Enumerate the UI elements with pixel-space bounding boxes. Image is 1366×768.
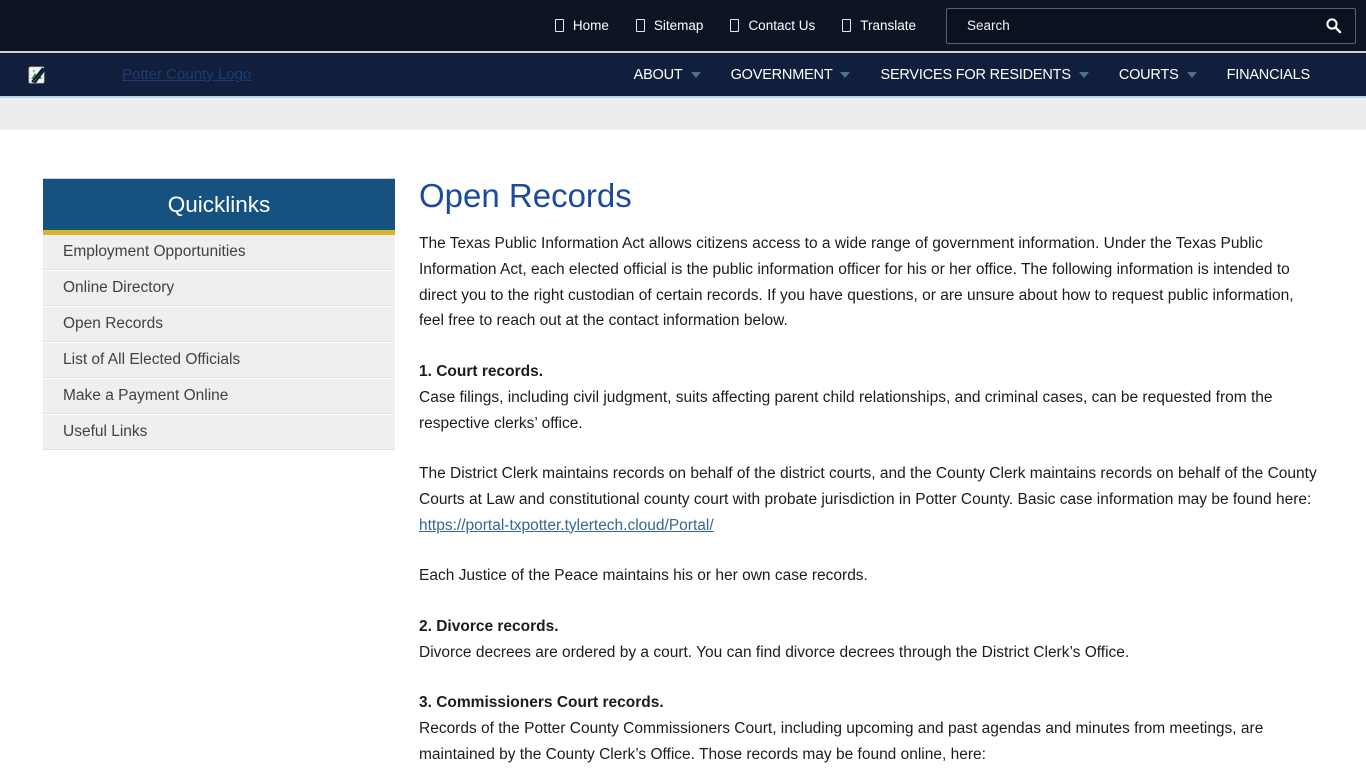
quicklinks-list: Employment Opportunities Online Director… bbox=[43, 235, 395, 451]
nav-item-label: ABOUT bbox=[634, 67, 683, 83]
topbar-link-home[interactable]: Home bbox=[555, 18, 609, 33]
divorce-records-heading: 2. Divorce records. bbox=[419, 618, 559, 635]
logo-alt-text: Potter County Logo bbox=[122, 66, 251, 83]
topbar-link-sitemap[interactable]: Sitemap bbox=[636, 18, 704, 33]
search-button[interactable] bbox=[1311, 9, 1355, 43]
topbar-link-translate[interactable]: Translate bbox=[842, 18, 916, 33]
commissioners-court-heading: 3. Commissioners Court records. bbox=[419, 694, 664, 711]
sidebar-item-make-a-payment-online[interactable]: Make a Payment Online bbox=[43, 379, 395, 415]
main-content: Open Records The Texas Public Informatio… bbox=[419, 178, 1320, 768]
content-area: Quicklinks Employment Opportunities Onli… bbox=[0, 129, 1366, 768]
district-clerk-text: The District Clerk maintains records on … bbox=[419, 465, 1317, 508]
court-records-heading: 1. Court records. bbox=[419, 363, 543, 380]
sidebar-item-list-of-all-elected-officials[interactable]: List of All Elected Officials bbox=[43, 343, 395, 379]
breadcrumb-band bbox=[0, 96, 1366, 129]
nav-menu: ABOUT GOVERNMENT SERVICES FOR RESIDENTS … bbox=[634, 67, 1310, 83]
commissioners-court-body: Records of the Potter County Commissione… bbox=[419, 720, 1263, 763]
nav-item-label: COURTS bbox=[1119, 67, 1179, 83]
nav-item-label: SERVICES FOR RESIDENTS bbox=[880, 67, 1070, 83]
logo-link[interactable]: Potter County Logo bbox=[28, 66, 251, 84]
top-utility-bar: Home Sitemap Contact Us Translate bbox=[0, 0, 1366, 51]
court-records-body: Case filings, including civil judgment, … bbox=[419, 389, 1273, 432]
district-clerk-paragraph: The District Clerk maintains records on … bbox=[419, 461, 1320, 538]
search-icon bbox=[1325, 17, 1342, 34]
topbar-link-label: Sitemap bbox=[654, 18, 704, 33]
nav-item-label: FINANCIALS bbox=[1227, 67, 1310, 83]
topbar-link-contact-us[interactable]: Contact Us bbox=[730, 18, 815, 33]
nav-item-label: GOVERNMENT bbox=[731, 67, 833, 83]
court-records-section: 1. Court records. Case filings, includin… bbox=[419, 359, 1320, 436]
nav-item-about[interactable]: ABOUT bbox=[634, 67, 701, 83]
sidebar-item-online-directory[interactable]: Online Directory bbox=[43, 271, 395, 307]
commissioners-court-section: 3. Commissioners Court records. Records … bbox=[419, 690, 1320, 767]
page-title: Open Records bbox=[419, 178, 1320, 214]
home-icon bbox=[555, 19, 564, 32]
intro-paragraph: The Texas Public Information Act allows … bbox=[419, 231, 1320, 334]
sidebar-item-open-records[interactable]: Open Records bbox=[43, 307, 395, 343]
chevron-down-icon bbox=[1079, 72, 1089, 78]
nav-item-services-for-residents[interactable]: SERVICES FOR RESIDENTS bbox=[880, 67, 1088, 83]
main-navbar: Potter County Logo ABOUT GOVERNMENT SERV… bbox=[0, 51, 1366, 96]
topbar-link-label: Translate bbox=[860, 18, 916, 33]
topbar-links: Home Sitemap Contact Us Translate bbox=[555, 18, 916, 33]
chevron-down-icon bbox=[840, 72, 850, 78]
sidebar-item-useful-links[interactable]: Useful Links bbox=[43, 415, 395, 451]
divorce-records-body: Divorce decrees are ordered by a court. … bbox=[419, 644, 1129, 661]
quicklinks-title: Quicklinks bbox=[43, 178, 395, 230]
translate-icon bbox=[842, 19, 851, 32]
nav-item-courts[interactable]: COURTS bbox=[1119, 67, 1197, 83]
topbar-link-label: Home bbox=[573, 18, 609, 33]
contact-icon bbox=[730, 19, 739, 32]
portal-link[interactable]: https://portal-txpotter.tylertech.cloud/… bbox=[419, 517, 714, 534]
nav-item-government[interactable]: GOVERNMENT bbox=[731, 67, 851, 83]
search-input[interactable] bbox=[947, 18, 1311, 33]
divorce-records-section: 2. Divorce records. Divorce decrees are … bbox=[419, 614, 1320, 665]
search-box bbox=[946, 8, 1356, 44]
sitemap-icon bbox=[636, 19, 645, 32]
broken-image-icon bbox=[28, 66, 48, 84]
chevron-down-icon bbox=[691, 72, 701, 78]
nav-item-financials[interactable]: FINANCIALS bbox=[1227, 67, 1310, 83]
sidebar-item-employment-opportunities[interactable]: Employment Opportunities bbox=[43, 235, 395, 271]
justice-of-peace-paragraph: Each Justice of the Peace maintains his … bbox=[419, 563, 1320, 589]
topbar-link-label: Contact Us bbox=[748, 18, 815, 33]
quicklinks-sidebar: Quicklinks Employment Opportunities Onli… bbox=[43, 178, 395, 451]
chevron-down-icon bbox=[1187, 72, 1197, 78]
